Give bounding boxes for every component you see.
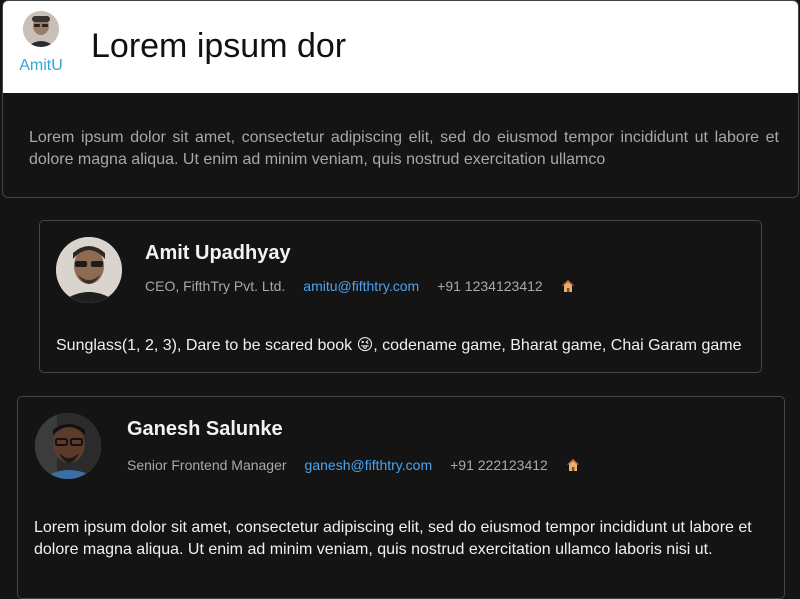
current-user[interactable]: AmitU [11, 11, 71, 75]
avatar [35, 413, 101, 479]
email-link[interactable]: amitu@fifthtry.com [303, 278, 419, 294]
avatar [56, 237, 122, 303]
app-root: AmitU Lorem ipsum dor Lorem ipsum dolor … [0, 0, 800, 599]
person-name: Ganesh Salunke [127, 418, 283, 440]
phone-number[interactable]: +91 1234123412 [437, 278, 543, 294]
home-icon[interactable] [566, 458, 580, 472]
person-role: Senior Frontend Manager [127, 457, 287, 473]
page-title: Lorem ipsum dor [91, 27, 347, 65]
intro-text: Lorem ipsum dolor sit amet, consectetur … [29, 129, 779, 168]
person-card: Amit Upadhyay CEO, FifthTry Pvt. Ltd. am… [39, 220, 762, 373]
person-name: Amit Upadhyay [145, 242, 291, 264]
person-card: Ganesh Salunke Senior Frontend Manager g… [17, 396, 785, 599]
username[interactable]: AmitU [19, 57, 63, 75]
person-bio: Sunglass(1, 2, 3), Dare to be scared boo… [56, 337, 742, 354]
person-meta: CEO, FifthTry Pvt. Ltd. amitu@fifthtry.c… [145, 278, 575, 294]
avatar[interactable] [23, 11, 59, 47]
person-meta: Senior Frontend Manager ganesh@fifthtry.… [127, 457, 580, 473]
person-role: CEO, FifthTry Pvt. Ltd. [145, 278, 286, 294]
email-link[interactable]: ganesh@fifthtry.com [305, 457, 433, 473]
home-icon[interactable] [561, 279, 575, 293]
page-header: AmitU Lorem ipsum dor [3, 1, 798, 93]
phone-number[interactable]: +91 222123412 [450, 457, 548, 473]
intro-card: AmitU Lorem ipsum dor Lorem ipsum dolor … [2, 0, 799, 198]
person-bio: Lorem ipsum dolor sit amet, consectetur … [34, 519, 752, 558]
